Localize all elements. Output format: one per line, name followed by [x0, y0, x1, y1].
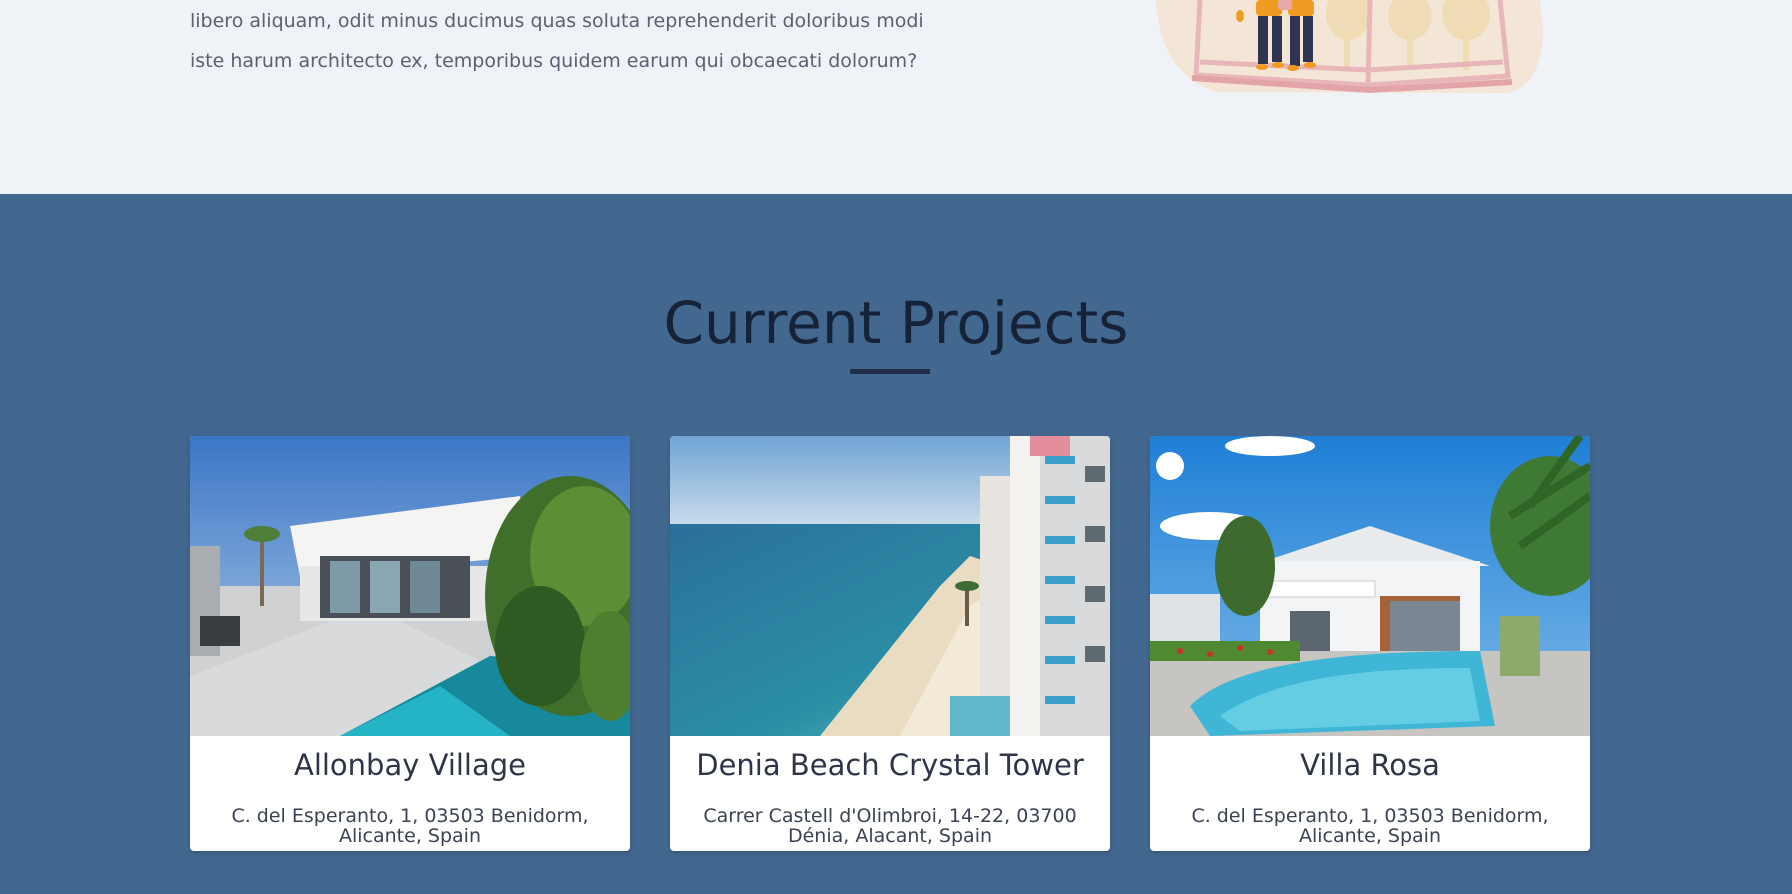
about-text-line-1: libero aliquam, odit minus ducimus quas …: [190, 10, 924, 32]
project-name: Villa Rosa: [1300, 748, 1440, 782]
about-paragraph: libero aliquam, odit minus ducimus quas …: [190, 1, 924, 81]
section-title: Current Projects: [663, 289, 1129, 357]
project-name: Allonbay Village: [293, 748, 527, 782]
project-address: C. del Esperanto, 1, 03503 Benidorm, Ali…: [1191, 805, 1549, 847]
people-illustration: [1156, 0, 1543, 94]
project-name: Denia Beach Crystal Tower: [696, 748, 1084, 782]
current-projects-section: Current Projects Allonbay Village C. del…: [0, 194, 1792, 894]
project-card-allonbay-village[interactable]: Allonbay Village C. del Esperanto, 1, 03…: [190, 436, 630, 851]
about-text-line-2: iste harum architecto ex, temporibus qui…: [190, 50, 918, 72]
project-photo-beach-tower: [670, 436, 1110, 736]
project-address: C. del Esperanto, 1, 03503 Benidorm, Ali…: [231, 805, 589, 847]
project-photo-villa-rosa: [1150, 436, 1590, 736]
project-card-villa-rosa[interactable]: Villa Rosa C. del Esperanto, 1, 03503 Be…: [1150, 436, 1590, 851]
about-section: libero aliquam, odit minus ducimus quas …: [0, 0, 1792, 194]
project-card-denia-beach-crystal-tower[interactable]: Denia Beach Crystal Tower Carrer Castell…: [670, 436, 1110, 851]
project-photo-villa-pool: [190, 436, 630, 736]
title-underline: [850, 369, 930, 374]
project-address: Carrer Castell d'Olimbroi, 14-22, 03700 …: [703, 805, 1077, 847]
